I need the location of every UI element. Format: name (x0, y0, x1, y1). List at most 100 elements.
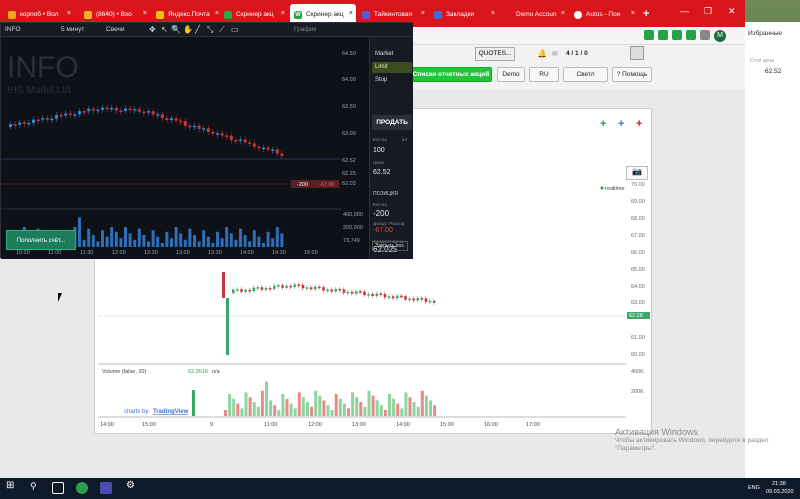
volume-bar (280, 233, 284, 247)
candle (87, 108, 91, 112)
close-icon[interactable]: × (349, 10, 353, 17)
bell-icon[interactable]: 🔔 (537, 49, 547, 58)
market-order-option[interactable]: Market (372, 49, 412, 60)
close-icon[interactable]: × (421, 10, 425, 17)
camera-icon[interactable]: 📷 (626, 166, 648, 180)
search-icon[interactable]: ⚲ (30, 481, 42, 493)
extension-icon[interactable] (644, 30, 654, 40)
new-tab-icon[interactable]: + (643, 8, 649, 20)
candle (68, 113, 72, 115)
candle (252, 287, 256, 291)
candle (202, 128, 206, 130)
clock-time[interactable]: 21:38 (772, 481, 786, 487)
candle (330, 289, 333, 292)
ticker-select[interactable]: INFO (5, 26, 21, 33)
price-tick-label: 67.00 (631, 233, 645, 239)
volume-bar (124, 227, 127, 247)
profile-avatar[interactable]: M (714, 30, 726, 42)
help-button[interactable]: ? Помощь (612, 67, 652, 82)
volume-bar (87, 228, 91, 247)
candle (309, 287, 313, 290)
stop-order-option[interactable]: Stop (372, 75, 412, 86)
maximize-icon[interactable]: ❐ (704, 6, 712, 17)
hand-icon[interactable]: ✋ (183, 25, 193, 34)
close-window-icon[interactable]: ✕ (728, 6, 736, 17)
candle (268, 287, 272, 290)
sell-button[interactable]: ПРОДАТЬ (372, 115, 412, 130)
time-tick-label: 12:00 (308, 422, 322, 428)
rectangle-tool-icon[interactable]: ▭ (231, 25, 239, 34)
start-icon[interactable]: ⊞ (6, 480, 18, 492)
quotes-button[interactable]: QUOTES... (475, 47, 515, 61)
minimize-icon[interactable]: — (680, 6, 689, 16)
fill-account-button[interactable]: Поnолнить счёт... (6, 230, 76, 250)
volume-bar (260, 390, 264, 416)
price-input[interactable]: 62.52 (373, 169, 391, 176)
close-icon[interactable]: × (631, 10, 635, 17)
candle (318, 286, 321, 289)
bookmarks-label[interactable]: Избранные (748, 30, 782, 37)
candle (82, 111, 86, 113)
candle (27, 122, 31, 125)
add-green-icon[interactable]: + (600, 118, 606, 130)
tab-label: (8640) • Вхо (96, 11, 132, 18)
tab-favicon-icon (434, 11, 442, 19)
mini-price-chart[interactable]: INFOIHS Markit Ltd 64.50 64.00 63.50 63.00 62… (1, 37, 369, 259)
cursor-icon[interactable]: ↖ (161, 25, 168, 34)
qty-input[interactable]: 100 (373, 147, 385, 154)
candle (64, 113, 68, 116)
close-icon[interactable]: × (215, 10, 219, 17)
limit-order-option[interactable]: Limit (372, 62, 412, 73)
app-icon[interactable] (100, 482, 112, 494)
candle (363, 291, 366, 296)
line-tool-icon[interactable]: ╱ (195, 25, 200, 34)
language-select[interactable]: RU (529, 67, 559, 82)
extension-icon[interactable] (700, 30, 710, 40)
trend-tool-icon[interactable]: ⤡ (207, 25, 213, 35)
extension-icon[interactable] (686, 30, 696, 40)
settings-icon[interactable]: ⚙ (126, 480, 138, 492)
close-position-button[interactable]: Закрыть поз. (372, 241, 408, 251)
browser-tab[interactable]: Закладки × (430, 4, 498, 26)
demo-button[interactable]: Demo (497, 67, 525, 82)
browser-tab[interactable]: Autos - Пои × (570, 4, 638, 26)
close-icon[interactable]: × (67, 10, 71, 17)
clock-date[interactable]: 09.03.2020 (766, 489, 794, 495)
close-icon[interactable]: × (281, 10, 285, 17)
volume-bar (179, 233, 183, 247)
ray-tool-icon[interactable]: ⟋ (219, 25, 225, 35)
zoom-icon[interactable]: 🔍 (171, 25, 181, 34)
volume-bar (105, 236, 109, 247)
add-red-icon[interactable]: + (636, 118, 642, 130)
price-tick-label: 63.50 (342, 104, 356, 110)
candle (391, 296, 395, 299)
reports-list-button[interactable]: Списки отчетных акций (410, 67, 492, 82)
period-select[interactable]: 5 минут (61, 26, 84, 33)
tab-label: Тайкинтовая (374, 11, 413, 18)
close-icon[interactable]: × (561, 10, 565, 17)
task-view-icon[interactable] (52, 482, 64, 494)
close-icon[interactable]: × (143, 10, 147, 17)
message-icon[interactable]: ✉ (552, 50, 558, 58)
volume-bar (306, 402, 309, 416)
watermark-ticker: INFO (7, 51, 79, 84)
language-indicator[interactable]: ENG (748, 485, 760, 491)
extension-icon[interactable] (672, 30, 682, 40)
chrome-icon[interactable] (76, 482, 88, 494)
volume-bar (197, 241, 201, 247)
candle (36, 119, 40, 122)
crosshair-icon[interactable]: ✥ (149, 25, 156, 34)
volume-bar (330, 410, 334, 416)
candles-select[interactable]: Свечи (106, 26, 125, 33)
candle (326, 289, 329, 292)
browser-tab[interactable]: Demo Accoun × (500, 4, 568, 26)
trading-window: INFO 5 минут Свечи ✥ ↖ 🔍 ✋ ╱ ⤡ ⟋ ▭ Графи… (0, 22, 413, 259)
add-blue-icon[interactable]: + (618, 118, 624, 130)
volume-bar (160, 243, 164, 247)
extension-icon[interactable] (658, 30, 668, 40)
user-avatar[interactable] (630, 46, 644, 60)
time-tick-label: 12:00 (112, 250, 126, 256)
close-icon[interactable]: × (491, 10, 495, 17)
price-tick-label: 61.00 (631, 335, 645, 341)
theme-select[interactable]: Светл (563, 67, 608, 82)
